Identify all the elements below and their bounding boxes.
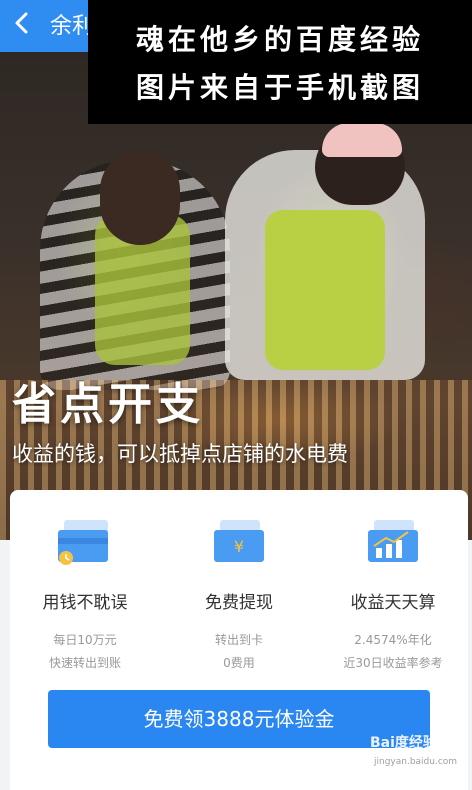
svg-text:¥: ¥ [234, 537, 244, 556]
baidu-jingyan-logo: Bai度经验 jingyan.baidu.com [370, 732, 466, 772]
feature-daily-earnings: 收益天天算 2.4574%年化 近30日收益率参考 [318, 518, 468, 671]
features-card: 用钱不耽误 每日10万元 快速转出到账 ¥ 免费提现 转出到卡 0费用 收益天天… [10, 490, 468, 790]
app-bar: 余利 [0, 0, 100, 52]
watermark-line-2: 图片来自于手机截图 [135, 71, 424, 104]
hero-subtitle: 收益的钱，可以抵掉点店铺的水电费 [12, 442, 348, 466]
logo-url: jingyan.baidu.com [374, 757, 458, 767]
vendor-head-left [100, 150, 180, 245]
feature-detail: 快速转出到账 [48, 656, 121, 670]
feature-detail: 近30日收益率参考 [343, 656, 443, 670]
yen-card-icon: ¥ [214, 520, 264, 562]
feature-title: 免费提现 [205, 593, 273, 613]
feature-detail: 每日10万元 [53, 633, 117, 647]
feature-withdraw-anytime: 用钱不耽误 每日10万元 快速转出到账 [10, 518, 160, 671]
feature-detail: 0费用 [223, 656, 255, 670]
logo-brand: Bai度经验 [370, 735, 437, 751]
feature-free-withdrawal: ¥ 免费提现 转出到卡 0费用 [164, 518, 314, 671]
chart-icon [368, 520, 418, 562]
back-arrow-icon[interactable] [10, 10, 36, 36]
hero-title: 省点开支 [12, 379, 204, 430]
feature-title: 收益天天算 [350, 593, 436, 613]
watermark-caption: 魂在他乡的百度经验 图片来自于手机截图 [88, 0, 472, 124]
watermark-line-1: 魂在他乡的百度经验 [135, 23, 424, 56]
feature-title: 用钱不耽误 [42, 593, 128, 613]
card-icon [58, 520, 108, 565]
apron-right [265, 210, 385, 370]
feature-detail: 转出到卡 [214, 633, 263, 647]
feature-detail: 2.4574%年化 [354, 633, 432, 647]
vendor-cap [322, 123, 402, 157]
